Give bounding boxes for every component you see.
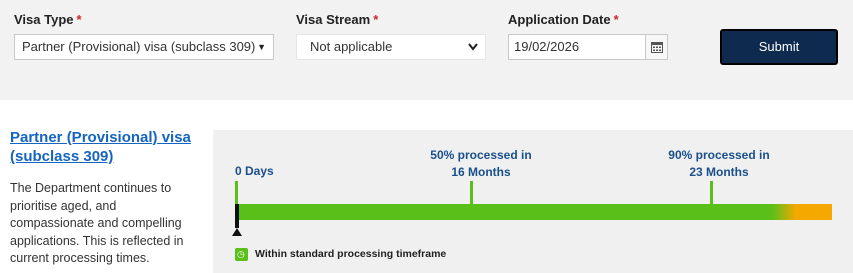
timeline-90-line2: 23 Months <box>689 165 749 179</box>
timeline-90-line1: 90% processed in <box>668 148 770 162</box>
timeline-start-text: 0 Days <box>235 164 274 178</box>
timeline-50-line2: 16 Months <box>451 165 511 179</box>
timeline-start-label: 0 Days <box>235 163 274 180</box>
application-date-label-text: Application Date <box>508 12 611 27</box>
required-marker: * <box>76 12 82 27</box>
visa-stream-selected-value: Not applicable <box>310 39 393 54</box>
legend-within-timeframe: Within standard processing timeframe <box>255 248 447 260</box>
visa-result-title-link[interactable]: Partner (Provisional) visa (subclass 309… <box>10 128 210 166</box>
calendar-button[interactable] <box>645 35 667 59</box>
chevron-down-icon <box>467 35 479 67</box>
visa-stream-select[interactable]: Not applicable <box>296 34 486 60</box>
current-position-pointer-icon <box>232 228 242 236</box>
visa-type-select[interactable]: Partner (Provisional) visa (subclass 309… <box>14 34 274 60</box>
calendar-icon <box>651 42 663 53</box>
processing-description: The Department continues to prioritise a… <box>10 181 184 265</box>
timeline-50-line1: 50% processed in <box>430 148 532 162</box>
submit-button[interactable]: Submit <box>720 29 838 65</box>
required-marker: * <box>373 12 379 27</box>
timeline-90-percent-tick <box>710 181 713 204</box>
required-marker: * <box>613 12 619 27</box>
visa-search-form: Visa Type * Partner (Provisional) visa (s… <box>0 0 853 100</box>
timeline-90-percent-label: 90% processed in 23 Months <box>659 147 779 181</box>
visa-type-label-text: Visa Type <box>14 12 74 27</box>
caret-down-icon: ▼ <box>257 42 266 52</box>
visa-stream-label-text: Visa Stream <box>296 12 371 27</box>
visa-stream-label: Visa Stream * <box>296 12 378 27</box>
clock-icon: ◷ <box>235 248 248 261</box>
application-date-marker <box>235 204 239 228</box>
application-date-value: 19/02/2026 <box>514 39 580 54</box>
visa-type-selected-value: Partner (Provisional) visa (subclass 309… <box>22 39 256 54</box>
timeline-50-percent-label: 50% processed in 16 Months <box>421 147 541 181</box>
processing-timeline: 0 Days 50% processed in 16 Months 90% pr… <box>213 130 853 273</box>
timeline-bar <box>235 204 832 220</box>
application-date-field[interactable]: 19/02/2026 <box>508 34 668 60</box>
application-date-label: Application Date * <box>508 12 619 27</box>
timeline-50-percent-tick <box>470 181 473 204</box>
visa-type-label: Visa Type * <box>14 12 82 27</box>
timeline-start-tick <box>235 181 238 204</box>
